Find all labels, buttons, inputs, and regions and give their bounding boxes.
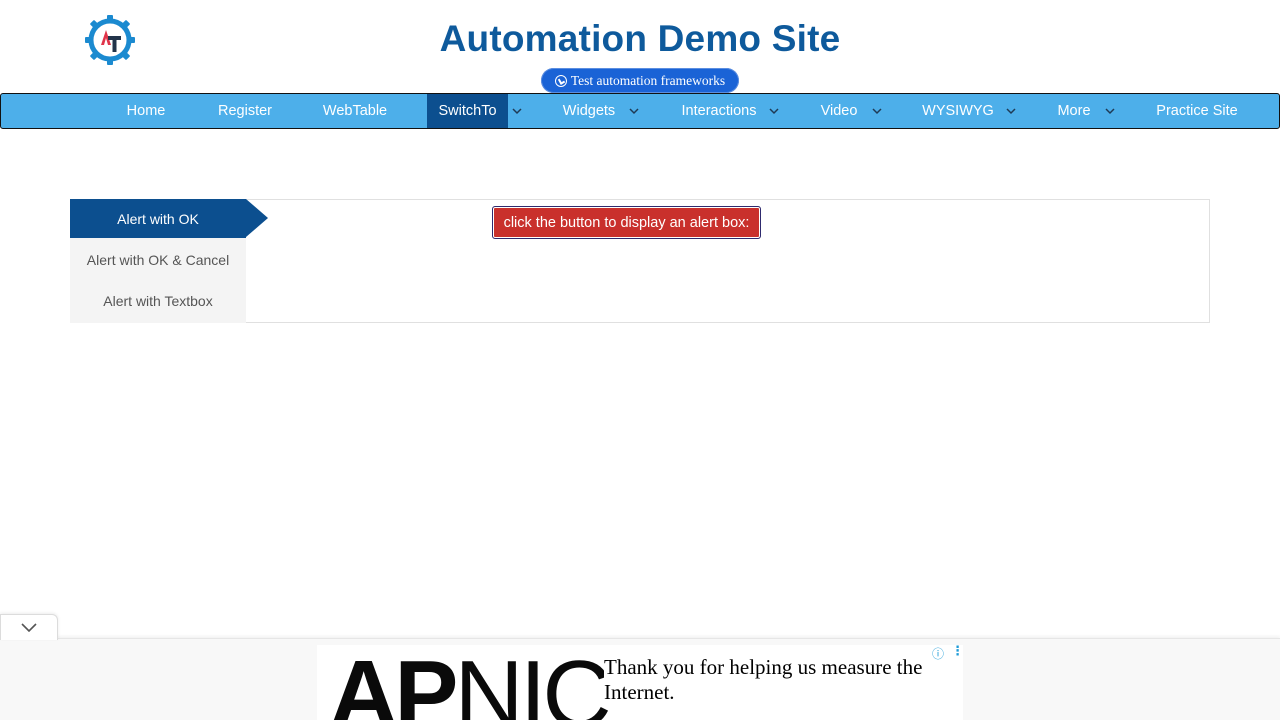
- tab-alert-with-ok[interactable]: Alert with OK: [70, 199, 246, 238]
- alert-tabs: Alert with OK Alert with OK & Cancel Ale…: [70, 199, 246, 323]
- nav-switchto[interactable]: SwitchTo: [427, 94, 508, 128]
- vertical-dots-icon[interactable]: ⋮: [951, 645, 963, 659]
- main-nav: Home Register WebTable SwitchTo Widgets …: [0, 93, 1280, 129]
- chevron-down-icon[interactable]: [870, 94, 884, 128]
- ad-logo-bold: AP: [329, 645, 458, 720]
- nav-home[interactable]: Home: [101, 94, 191, 128]
- nav-interactions[interactable]: Interactions: [669, 94, 769, 128]
- chevron-down-icon[interactable]: [767, 94, 781, 128]
- ad-message: Thank you for helping us measure the Int…: [604, 655, 954, 705]
- ad-logo-thin: NIC: [454, 645, 611, 720]
- ad-content[interactable]: APNIC Thank you for helping us measure t…: [317, 645, 963, 720]
- info-icon[interactable]: ⓘ: [932, 645, 944, 662]
- test-frameworks-label: Test automation frameworks: [570, 72, 726, 88]
- nav-more[interactable]: More: [1045, 94, 1103, 128]
- ad-collapse-button[interactable]: [0, 614, 58, 640]
- chevron-down-icon: [21, 623, 37, 632]
- test-frameworks-button[interactable]: Test automation frameworks: [541, 68, 739, 93]
- nav-webtable[interactable]: WebTable: [310, 94, 400, 128]
- nav-register[interactable]: Register: [200, 94, 290, 128]
- display-alert-button[interactable]: click the button to display an alert box…: [492, 206, 761, 239]
- site-title: Automation Demo Site: [439, 18, 841, 59]
- chevron-down-icon[interactable]: [1004, 94, 1018, 128]
- nav-video[interactable]: Video: [809, 94, 869, 128]
- chevron-down-icon[interactable]: [510, 94, 524, 128]
- chevron-down-icon[interactable]: [627, 94, 641, 128]
- tab-alert-with-textbox[interactable]: Alert with Textbox: [70, 281, 246, 321]
- nav-practice-site[interactable]: Practice Site: [1147, 94, 1247, 128]
- tab-alert-with-ok-cancel[interactable]: Alert with OK & Cancel: [70, 240, 246, 280]
- chevron-down-icon[interactable]: [1103, 94, 1117, 128]
- nav-wysiwyg[interactable]: WYSIWYG: [913, 94, 1003, 128]
- ad-logo: APNIC: [329, 645, 612, 720]
- nav-widgets[interactable]: Widgets: [549, 94, 629, 128]
- compass-icon: [554, 74, 567, 87]
- active-tab-arrow: [246, 199, 268, 237]
